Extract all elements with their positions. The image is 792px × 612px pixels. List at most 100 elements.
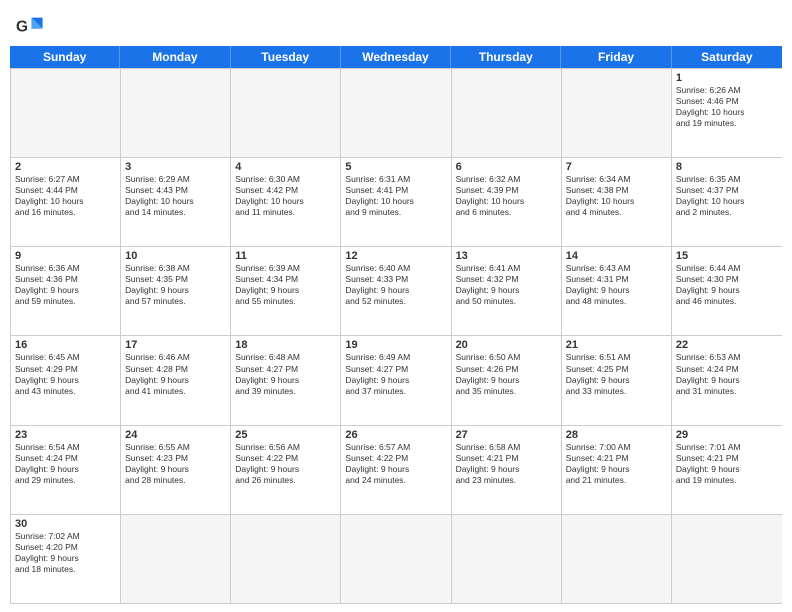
day-number: 23 — [15, 429, 116, 441]
calendar-cell: 26Sunrise: 6:57 AM Sunset: 4:22 PM Dayli… — [341, 426, 451, 514]
day-number: 17 — [125, 339, 226, 351]
day-info: Sunrise: 7:02 AM Sunset: 4:20 PM Dayligh… — [15, 531, 116, 575]
day-info: Sunrise: 6:32 AM Sunset: 4:39 PM Dayligh… — [456, 174, 557, 218]
day-info: Sunrise: 6:45 AM Sunset: 4:29 PM Dayligh… — [15, 352, 116, 396]
day-number: 4 — [235, 161, 336, 173]
calendar-cell — [452, 69, 562, 157]
day-number: 18 — [235, 339, 336, 351]
calendar-cell: 17Sunrise: 6:46 AM Sunset: 4:28 PM Dayli… — [121, 336, 231, 424]
calendar-cell: 9Sunrise: 6:36 AM Sunset: 4:36 PM Daylig… — [11, 247, 121, 335]
calendar-cell: 13Sunrise: 6:41 AM Sunset: 4:32 PM Dayli… — [452, 247, 562, 335]
day-info: Sunrise: 6:57 AM Sunset: 4:22 PM Dayligh… — [345, 442, 446, 486]
day-number: 26 — [345, 429, 446, 441]
calendar-cell: 24Sunrise: 6:55 AM Sunset: 4:23 PM Dayli… — [121, 426, 231, 514]
day-number: 5 — [345, 161, 446, 173]
day-info: Sunrise: 6:29 AM Sunset: 4:43 PM Dayligh… — [125, 174, 226, 218]
day-info: Sunrise: 6:36 AM Sunset: 4:36 PM Dayligh… — [15, 263, 116, 307]
day-info: Sunrise: 6:38 AM Sunset: 4:35 PM Dayligh… — [125, 263, 226, 307]
day-info: Sunrise: 6:44 AM Sunset: 4:30 PM Dayligh… — [676, 263, 778, 307]
week-row-2: 9Sunrise: 6:36 AM Sunset: 4:36 PM Daylig… — [11, 246, 782, 335]
day-number: 27 — [456, 429, 557, 441]
header-day-friday: Friday — [561, 46, 671, 68]
day-info: Sunrise: 6:43 AM Sunset: 4:31 PM Dayligh… — [566, 263, 667, 307]
calendar-cell: 23Sunrise: 6:54 AM Sunset: 4:24 PM Dayli… — [11, 426, 121, 514]
header-day-monday: Monday — [120, 46, 230, 68]
calendar-cell — [11, 69, 121, 157]
calendar-cell: 28Sunrise: 7:00 AM Sunset: 4:21 PM Dayli… — [562, 426, 672, 514]
header-day-wednesday: Wednesday — [341, 46, 451, 68]
day-info: Sunrise: 6:55 AM Sunset: 4:23 PM Dayligh… — [125, 442, 226, 486]
calendar: SundayMondayTuesdayWednesdayThursdayFrid… — [0, 46, 792, 612]
calendar-cell — [452, 515, 562, 603]
calendar-cell: 3Sunrise: 6:29 AM Sunset: 4:43 PM Daylig… — [121, 158, 231, 246]
day-info: Sunrise: 6:56 AM Sunset: 4:22 PM Dayligh… — [235, 442, 336, 486]
day-info: Sunrise: 6:34 AM Sunset: 4:38 PM Dayligh… — [566, 174, 667, 218]
day-number: 19 — [345, 339, 446, 351]
calendar-cell — [121, 515, 231, 603]
calendar-cell: 18Sunrise: 6:48 AM Sunset: 4:27 PM Dayli… — [231, 336, 341, 424]
day-info: Sunrise: 6:30 AM Sunset: 4:42 PM Dayligh… — [235, 174, 336, 218]
day-number: 15 — [676, 250, 778, 262]
calendar-cell: 4Sunrise: 6:30 AM Sunset: 4:42 PM Daylig… — [231, 158, 341, 246]
header-day-sunday: Sunday — [10, 46, 120, 68]
day-number: 7 — [566, 161, 667, 173]
day-number: 16 — [15, 339, 116, 351]
calendar-cell: 12Sunrise: 6:40 AM Sunset: 4:33 PM Dayli… — [341, 247, 451, 335]
week-row-0: 1Sunrise: 6:26 AM Sunset: 4:46 PM Daylig… — [11, 68, 782, 157]
svg-text:G: G — [16, 19, 28, 36]
day-info: Sunrise: 6:49 AM Sunset: 4:27 PM Dayligh… — [345, 352, 446, 396]
day-info: Sunrise: 6:53 AM Sunset: 4:24 PM Dayligh… — [676, 352, 778, 396]
day-number: 25 — [235, 429, 336, 441]
day-info: Sunrise: 6:51 AM Sunset: 4:25 PM Dayligh… — [566, 352, 667, 396]
calendar-cell: 10Sunrise: 6:38 AM Sunset: 4:35 PM Dayli… — [121, 247, 231, 335]
calendar-cell: 22Sunrise: 6:53 AM Sunset: 4:24 PM Dayli… — [672, 336, 782, 424]
logo-icon: G — [16, 12, 44, 40]
logo: G — [16, 12, 48, 40]
day-info: Sunrise: 7:00 AM Sunset: 4:21 PM Dayligh… — [566, 442, 667, 486]
calendar-cell: 30Sunrise: 7:02 AM Sunset: 4:20 PM Dayli… — [11, 515, 121, 603]
day-info: Sunrise: 6:39 AM Sunset: 4:34 PM Dayligh… — [235, 263, 336, 307]
day-info: Sunrise: 6:58 AM Sunset: 4:21 PM Dayligh… — [456, 442, 557, 486]
calendar-cell: 29Sunrise: 7:01 AM Sunset: 4:21 PM Dayli… — [672, 426, 782, 514]
calendar-cell — [562, 515, 672, 603]
calendar-cell: 1Sunrise: 6:26 AM Sunset: 4:46 PM Daylig… — [672, 69, 782, 157]
calendar-cell — [672, 515, 782, 603]
day-number: 20 — [456, 339, 557, 351]
calendar-cell: 15Sunrise: 6:44 AM Sunset: 4:30 PM Dayli… — [672, 247, 782, 335]
day-info: Sunrise: 6:54 AM Sunset: 4:24 PM Dayligh… — [15, 442, 116, 486]
calendar-cell: 14Sunrise: 6:43 AM Sunset: 4:31 PM Dayli… — [562, 247, 672, 335]
day-number: 21 — [566, 339, 667, 351]
day-number: 6 — [456, 161, 557, 173]
day-info: Sunrise: 6:26 AM Sunset: 4:46 PM Dayligh… — [676, 85, 778, 129]
day-number: 22 — [676, 339, 778, 351]
calendar-cell: 6Sunrise: 6:32 AM Sunset: 4:39 PM Daylig… — [452, 158, 562, 246]
week-row-5: 30Sunrise: 7:02 AM Sunset: 4:20 PM Dayli… — [11, 514, 782, 603]
day-number: 2 — [15, 161, 116, 173]
calendar-cell: 16Sunrise: 6:45 AM Sunset: 4:29 PM Dayli… — [11, 336, 121, 424]
day-number: 28 — [566, 429, 667, 441]
day-number: 13 — [456, 250, 557, 262]
calendar-cell: 25Sunrise: 6:56 AM Sunset: 4:22 PM Dayli… — [231, 426, 341, 514]
calendar-cell — [341, 69, 451, 157]
day-number: 12 — [345, 250, 446, 262]
day-number: 8 — [676, 161, 778, 173]
calendar-cell: 19Sunrise: 6:49 AM Sunset: 4:27 PM Dayli… — [341, 336, 451, 424]
day-number: 30 — [15, 518, 116, 530]
calendar-cell: 27Sunrise: 6:58 AM Sunset: 4:21 PM Dayli… — [452, 426, 562, 514]
calendar-cell: 8Sunrise: 6:35 AM Sunset: 4:37 PM Daylig… — [672, 158, 782, 246]
page: G SundayMondayTuesdayWednesdayThursdayFr… — [0, 0, 792, 612]
day-info: Sunrise: 7:01 AM Sunset: 4:21 PM Dayligh… — [676, 442, 778, 486]
calendar-cell: 2Sunrise: 6:27 AM Sunset: 4:44 PM Daylig… — [11, 158, 121, 246]
day-number: 9 — [15, 250, 116, 262]
calendar-cell — [341, 515, 451, 603]
day-info: Sunrise: 6:35 AM Sunset: 4:37 PM Dayligh… — [676, 174, 778, 218]
week-row-1: 2Sunrise: 6:27 AM Sunset: 4:44 PM Daylig… — [11, 157, 782, 246]
day-info: Sunrise: 6:40 AM Sunset: 4:33 PM Dayligh… — [345, 263, 446, 307]
day-info: Sunrise: 6:50 AM Sunset: 4:26 PM Dayligh… — [456, 352, 557, 396]
week-row-3: 16Sunrise: 6:45 AM Sunset: 4:29 PM Dayli… — [11, 335, 782, 424]
header-day-saturday: Saturday — [672, 46, 782, 68]
day-number: 24 — [125, 429, 226, 441]
calendar-cell: 5Sunrise: 6:31 AM Sunset: 4:41 PM Daylig… — [341, 158, 451, 246]
calendar-cell — [231, 515, 341, 603]
calendar-cell: 20Sunrise: 6:50 AM Sunset: 4:26 PM Dayli… — [452, 336, 562, 424]
